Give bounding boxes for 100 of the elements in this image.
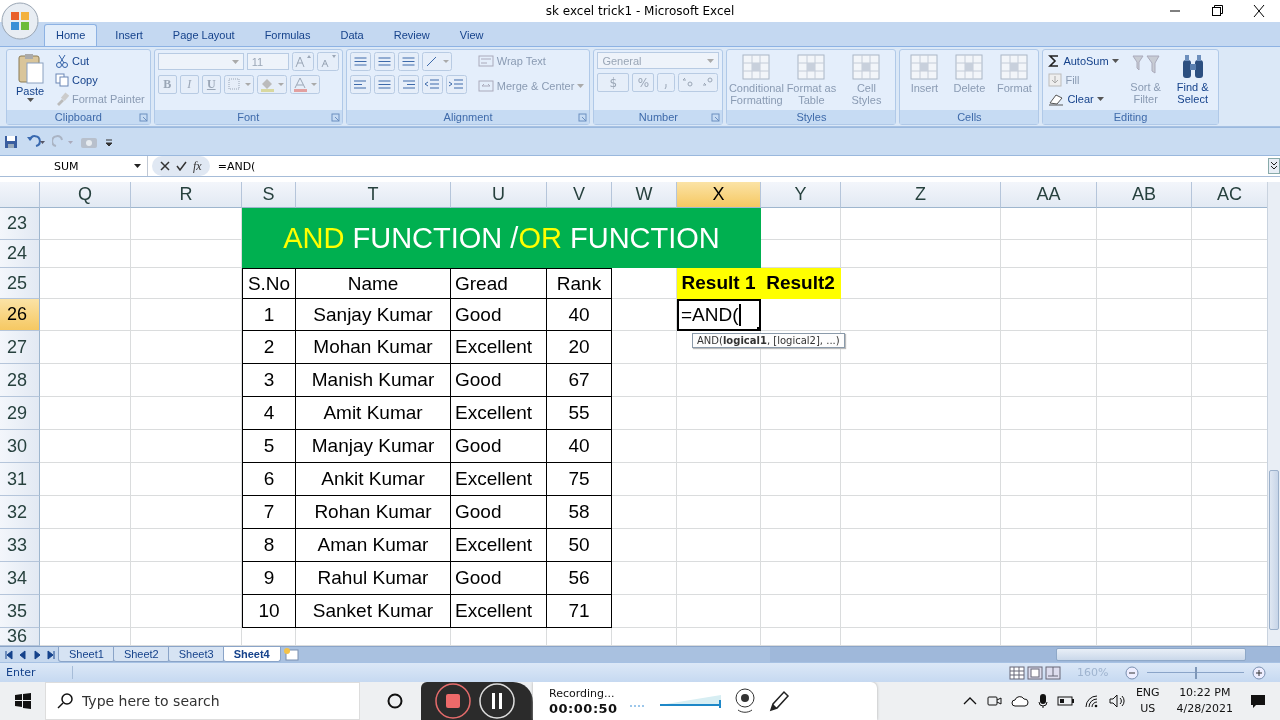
meet-now-icon[interactable] — [985, 693, 1002, 709]
search-field[interactable]: Type here to search — [45, 682, 360, 720]
pencil-icon[interactable] — [767, 689, 790, 713]
stop-record-icon[interactable] — [435, 683, 471, 719]
notifications-icon[interactable] — [1250, 693, 1266, 709]
insert-function-button[interactable]: fx — [193, 158, 202, 174]
shrink-font-icon[interactable] — [316, 52, 339, 71]
vertical-scrollbar[interactable] — [1267, 182, 1280, 646]
ribbon-tab[interactable]: Page Layout — [160, 24, 247, 46]
font-color-icon[interactable] — [289, 75, 320, 94]
column-header[interactable]: T — [296, 182, 451, 208]
ribbon-tab[interactable]: Insert — [103, 24, 155, 46]
row-header[interactable]: 26 — [0, 299, 40, 331]
previous-sheet-icon[interactable] — [18, 648, 28, 661]
column-header[interactable]: X — [677, 182, 761, 208]
copy-button[interactable]: Copy — [53, 71, 147, 89]
undo-icon[interactable] — [24, 134, 46, 149]
row-header[interactable]: 29 — [0, 397, 40, 430]
clock-time[interactable]: 10:22 PM — [1179, 685, 1231, 701]
row-header[interactable]: 30 — [0, 430, 40, 463]
align-left-icon[interactable] — [349, 75, 371, 94]
row-header[interactable]: 36 — [0, 628, 40, 646]
column-header[interactable]: AA — [1001, 182, 1097, 208]
ribbon-tab[interactable]: View — [447, 24, 496, 46]
dialog-launcher-icon[interactable] — [138, 113, 148, 122]
zoom-out-icon[interactable] — [1125, 665, 1139, 680]
fill-color-icon[interactable] — [256, 75, 287, 94]
column-header[interactable]: Y — [761, 182, 841, 208]
column-header[interactable]: W — [612, 182, 677, 208]
microphone-icon[interactable] — [1037, 693, 1048, 709]
column-header[interactable]: S — [242, 182, 296, 208]
decrease-indent-icon[interactable] — [421, 75, 443, 94]
row-header[interactable]: 23 — [0, 208, 40, 240]
row-header[interactable]: 28 — [0, 364, 40, 397]
column-header[interactable]: Q — [40, 182, 131, 208]
last-sheet-icon[interactable] — [46, 648, 56, 661]
first-sheet-icon[interactable] — [4, 648, 14, 661]
align-bottom-icon[interactable] — [397, 52, 419, 71]
cancel-icon[interactable] — [160, 161, 170, 171]
column-header[interactable]: U — [451, 182, 547, 208]
column-header[interactable]: AC — [1192, 182, 1267, 208]
increase-indent-icon[interactable] — [445, 75, 467, 94]
cut-button[interactable]: Cut — [53, 52, 147, 70]
active-cell[interactable]: =AND( — [677, 299, 761, 331]
column-header[interactable]: Z — [841, 182, 1001, 208]
wifi-icon[interactable] — [1083, 694, 1100, 708]
language-indicator[interactable]: ENG — [1135, 685, 1160, 701]
ribbon-tab[interactable]: Data — [328, 24, 376, 46]
ribbon-tab[interactable]: Formulas — [252, 24, 323, 46]
dialog-launcher-icon[interactable] — [711, 113, 721, 122]
ribbon-tab[interactable]: Home — [44, 24, 98, 46]
page-break-view-icon[interactable] — [1045, 665, 1061, 680]
column-header[interactable]: V — [547, 182, 612, 208]
slider-thumb[interactable] — [1194, 666, 1197, 679]
row-header[interactable]: 24 — [0, 240, 40, 268]
row-header[interactable]: 33 — [0, 529, 40, 562]
row-header[interactable]: 34 — [0, 562, 40, 595]
webcam-icon[interactable] — [733, 688, 756, 714]
sheet-tab[interactable]: Sheet2 — [112, 647, 170, 662]
sheet-tab[interactable]: Sheet4 — [222, 647, 281, 662]
expand-formula-bar-icon[interactable] — [1268, 158, 1280, 174]
sheet-tab[interactable]: Sheet3 — [167, 647, 225, 662]
dialog-launcher-icon[interactable] — [330, 113, 340, 122]
column-header[interactable]: R — [131, 182, 242, 208]
clock-date[interactable]: 4/28/2021 — [1176, 701, 1233, 717]
align-middle-icon[interactable] — [373, 52, 395, 71]
select-all-corner[interactable] — [0, 182, 40, 208]
column-header[interactable]: AB — [1097, 182, 1192, 208]
horizontal-scrollbar[interactable] — [770, 647, 1280, 662]
autosum-button[interactable]: AutoSum — [1046, 52, 1121, 70]
row-header[interactable]: 35 — [0, 595, 40, 628]
align-right-icon[interactable] — [397, 75, 419, 94]
page-layout-view-icon[interactable] — [1027, 665, 1043, 680]
align-top-icon[interactable] — [349, 52, 371, 71]
grow-font-icon[interactable] — [291, 52, 314, 71]
row-header[interactable]: 25 — [0, 268, 40, 299]
zoom-slider[interactable] — [1147, 665, 1244, 680]
clear-button[interactable]: Clear — [1046, 90, 1121, 108]
zoom-in-icon[interactable] — [1252, 665, 1266, 680]
next-sheet-icon[interactable] — [32, 648, 42, 661]
cortana-icon[interactable] — [387, 693, 403, 709]
dialog-launcher-icon[interactable] — [578, 113, 588, 122]
cloud-icon[interactable] — [1010, 694, 1029, 708]
normal-view-icon[interactable] — [1009, 665, 1025, 680]
find-select-button[interactable]: Find & Select — [1170, 52, 1215, 105]
name-box[interactable]: SUM — [0, 156, 148, 176]
align-center-icon[interactable] — [373, 75, 395, 94]
ribbon-tab[interactable]: Review — [381, 24, 442, 46]
speaker-icon[interactable] — [1108, 693, 1127, 709]
battery-icon[interactable] — [1056, 695, 1075, 707]
row-header[interactable]: 32 — [0, 496, 40, 529]
check-icon[interactable] — [176, 161, 187, 171]
save-icon[interactable] — [4, 134, 18, 149]
start-icon[interactable] — [15, 693, 31, 709]
row-header[interactable]: 31 — [0, 463, 40, 496]
text-orientation-icon[interactable] — [421, 52, 452, 71]
paste-button[interactable]: Paste — [10, 52, 50, 102]
pause-icon[interactable] — [479, 683, 515, 719]
sheet-tab[interactable]: Sheet1 — [58, 647, 115, 662]
chevron-up-icon[interactable] — [962, 696, 977, 706]
